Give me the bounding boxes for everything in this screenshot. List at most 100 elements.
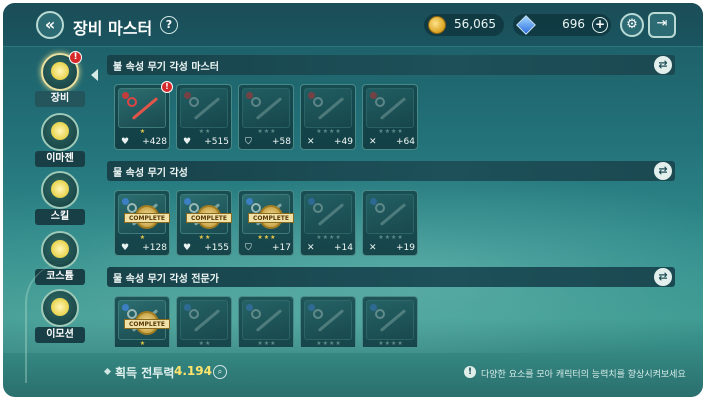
crossed-swords-icon: ✕	[307, 137, 315, 147]
decorative-vine	[25, 263, 75, 383]
crossed-swords-icon: ✕	[369, 137, 377, 147]
stat-row: ✕ +64	[363, 137, 419, 150]
stat-row: ♥ +128	[115, 243, 171, 256]
stat-value: +49	[334, 137, 353, 147]
tip-info-icon: !	[464, 366, 476, 378]
stat-value: +58	[272, 137, 291, 147]
section-header: 물 속성 무기 각성 ⇄	[107, 161, 675, 181]
stat-value: +428	[142, 137, 167, 147]
top-bar: « 장비 마스터 ? 56,065 696 + ⚙ ⇥	[3, 3, 703, 47]
weapon-slot	[304, 300, 352, 340]
diamond-gem-icon	[516, 15, 536, 35]
add-gems-button[interactable]: +	[592, 17, 608, 33]
refresh-swap-icon[interactable]: ⇄	[654, 162, 672, 180]
weapon-card[interactable]: ★★★ ⛉ +58	[238, 84, 294, 150]
weapon-icon	[189, 97, 199, 107]
page-title: 장비 마스터	[73, 19, 153, 38]
weapon-card[interactable]: ★★	[176, 296, 232, 347]
sidebar-item-label: 장비	[35, 91, 85, 107]
complete-seal: COMPLETE	[186, 205, 232, 231]
sidebar-item-equipment[interactable]: ! 장비	[35, 51, 87, 109]
mastery-section: 불 속성 무기 각성 마스터 ⇄ ★ ♥ +428! ★★ ♥ +515 ★★★ ⛉ +58 ★★★★…	[107, 55, 675, 155]
gold-coin-icon	[428, 16, 446, 34]
back-button[interactable]: «	[36, 11, 64, 39]
complete-ribbon: COMPLETE	[124, 319, 170, 329]
complete-seal: COMPLETE	[248, 205, 294, 231]
weapon-card[interactable]: ★★★	[238, 296, 294, 347]
refresh-swap-icon[interactable]: ⇄	[654, 268, 672, 286]
weapon-icon	[313, 203, 323, 213]
weapon-slot	[366, 300, 414, 340]
weapon-card[interactable]: ★★ ♥ +515	[176, 84, 232, 150]
complete-ribbon: COMPLETE	[248, 213, 294, 223]
tip-text: 다양한 요소를 모아 캐릭터의 능력치를 향상시켜보세요	[481, 370, 686, 380]
section-title: 불 속성 무기 각성 마스터	[113, 62, 219, 73]
complete-seal: COMPLETE	[124, 311, 170, 337]
weapon-icon	[251, 97, 261, 107]
star-rating: ★	[139, 340, 147, 347]
selected-arrow-icon	[91, 69, 98, 81]
weapon-card[interactable]: COMPLETE ★★★ ⛉ +17	[238, 190, 294, 256]
weapon-slot	[118, 88, 166, 128]
weapon-card[interactable]: ★★★★ ✕ +64	[362, 84, 418, 150]
section-title: 물 속성 무기 각성	[113, 168, 188, 179]
weapon-card[interactable]: ★★★★	[362, 296, 418, 347]
mastery-section: 물 속성 무기 각성 ⇄ COMPLETE ★ ♥ +128 COMPLETE ★★ ♥ +155…	[107, 161, 675, 261]
star-rating: ★★★★	[378, 340, 404, 347]
exit-door-icon[interactable]: ⇥	[648, 12, 676, 38]
skill-burst-icon	[41, 171, 79, 209]
weapon-slot	[366, 88, 414, 128]
weapon-icon	[375, 97, 385, 107]
weapon-icon	[313, 309, 323, 319]
weapon-card[interactable]: COMPLETE ★ ♥ +128	[114, 190, 170, 256]
back-arrow-icon: «	[44, 15, 56, 34]
gold-counter: 56,065	[424, 14, 504, 36]
stat-value: +19	[396, 243, 415, 253]
notification-badge: !	[69, 51, 82, 64]
star-rating: ★★★★	[316, 340, 342, 347]
weapon-slot: COMPLETE	[180, 194, 232, 234]
crossed-swords-icon: ✕	[307, 243, 315, 253]
stat-value: +64	[396, 137, 415, 147]
magnifier-icon[interactable]: ⌕	[213, 365, 227, 379]
heart-hp-icon: ♥	[183, 243, 192, 253]
weapon-card[interactable]: ★★★★	[300, 296, 356, 347]
crossed-swords-icon: ✕	[369, 243, 377, 253]
weapon-card[interactable]: COMPLETE ★★ ♥ +155	[176, 190, 232, 256]
weapon-card[interactable]: ★ ♥ +428!	[114, 81, 173, 150]
complete-ribbon: COMPLETE	[124, 213, 170, 223]
weapon-slot	[242, 88, 290, 128]
stat-row: ♥ +428	[115, 137, 171, 150]
weapon-slot	[180, 88, 228, 128]
weapon-icon	[251, 309, 261, 319]
heart-hp-icon: ♥	[121, 137, 130, 147]
combat-power-label: 획득 전투력	[115, 366, 175, 380]
weapon-slot	[304, 88, 352, 128]
weapon-icon	[189, 309, 199, 319]
complete-ribbon: COMPLETE	[186, 213, 232, 223]
star-rating: ★★★	[257, 340, 277, 347]
refresh-swap-icon[interactable]: ⇄	[654, 56, 672, 74]
weapon-card[interactable]: ★★★★ ✕ +14	[300, 190, 356, 256]
sidebar-item-imagen[interactable]: 이마젠	[35, 113, 87, 169]
weapon-slot: COMPLETE	[242, 194, 294, 234]
settings-gear-icon[interactable]: ⚙	[620, 13, 644, 37]
star-rating: ★★★★	[316, 234, 342, 241]
stat-value: +128	[142, 243, 167, 253]
section-header: 불 속성 무기 각성 마스터 ⇄	[107, 55, 675, 75]
weapon-card[interactable]: ★★★★ ✕ +49	[300, 84, 356, 150]
shield-defense-icon: ⛉	[245, 243, 252, 253]
section-title: 물 속성 무기 각성 전문가	[113, 274, 219, 285]
star-rating: ★★	[198, 234, 212, 241]
stat-row: ♥ +515	[177, 137, 233, 150]
stat-value: +17	[272, 243, 291, 253]
weapon-card[interactable]: ★★★★ ✕ +19	[362, 190, 418, 256]
stat-value: +155	[204, 243, 229, 253]
stat-row: ✕ +19	[363, 243, 419, 256]
weapon-slot: COMPLETE	[118, 194, 170, 234]
shield-defense-icon: ⛉	[245, 137, 252, 147]
weapon-card[interactable]: COMPLETE ★	[114, 296, 170, 347]
gold-amount: 56,065	[454, 17, 496, 31]
help-button[interactable]: ?	[160, 16, 178, 34]
sidebar-item-skill[interactable]: 스킬	[35, 171, 87, 227]
